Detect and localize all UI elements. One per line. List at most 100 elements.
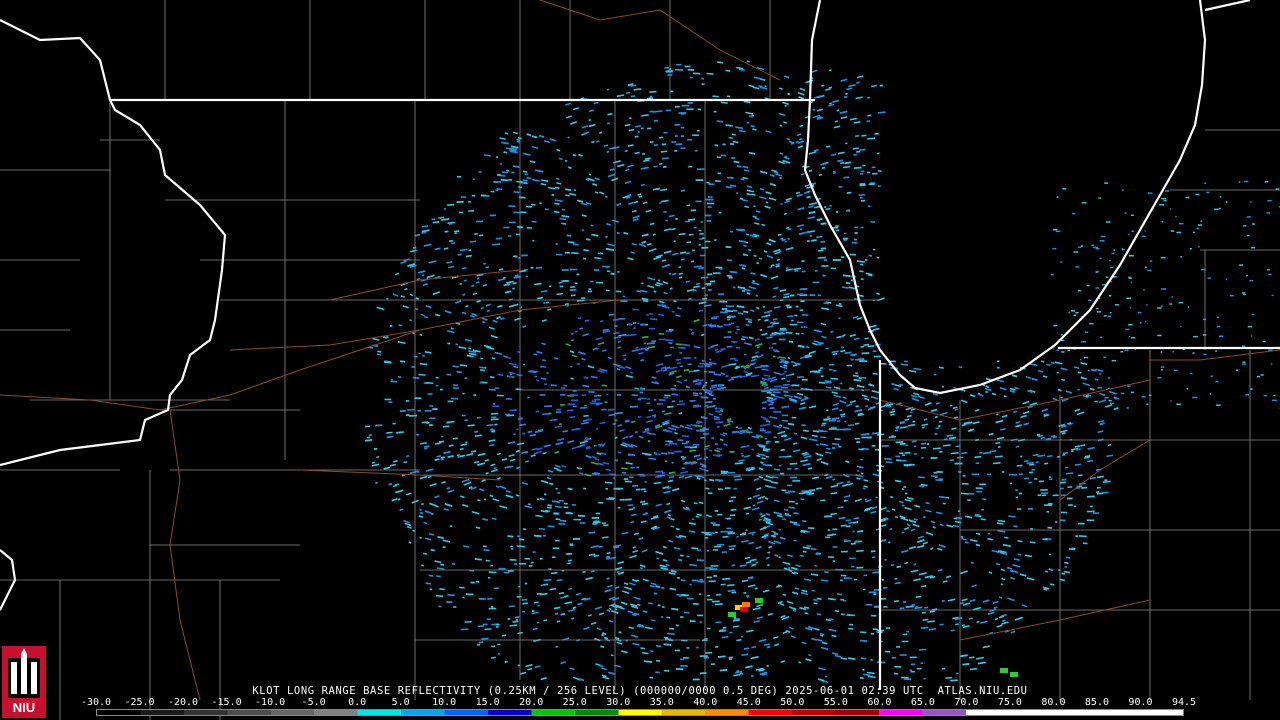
echo-pixel bbox=[713, 549, 718, 551]
echo-pixel bbox=[723, 626, 727, 629]
echo-pixel bbox=[1037, 494, 1042, 497]
echo-pixel bbox=[1192, 352, 1195, 354]
echo-pixel bbox=[674, 150, 678, 152]
echo-pixel bbox=[707, 283, 712, 286]
echo-pixel bbox=[579, 522, 586, 524]
echo-pixel bbox=[1124, 212, 1127, 214]
echo-pixel bbox=[809, 492, 815, 495]
echo-pixel bbox=[822, 422, 827, 425]
echo-pixel bbox=[895, 459, 901, 462]
echo-pixel bbox=[494, 587, 499, 589]
echo-pixel bbox=[697, 580, 705, 583]
echo-pixel bbox=[930, 457, 938, 459]
echo-pixel bbox=[1124, 349, 1129, 352]
echo-pixel bbox=[1015, 489, 1018, 491]
echo-pixel bbox=[699, 578, 703, 581]
echo-pixel bbox=[1250, 388, 1253, 390]
echo-pixel bbox=[510, 545, 513, 548]
echo-pixel bbox=[680, 665, 688, 667]
echo-pixel bbox=[720, 311, 728, 314]
echo-pixel bbox=[1193, 335, 1198, 338]
echo-pixel bbox=[556, 408, 561, 411]
echo-pixel bbox=[871, 445, 876, 447]
echo-pixel bbox=[713, 110, 717, 113]
echo-pixel bbox=[730, 357, 737, 360]
echo-pixel bbox=[1187, 306, 1189, 308]
echo-pixel bbox=[821, 265, 829, 267]
echo-pixel bbox=[478, 171, 482, 173]
echo-pixel bbox=[1078, 522, 1085, 525]
echo-pixel bbox=[1131, 214, 1134, 216]
echo-pixel bbox=[438, 605, 442, 608]
echo-pixel bbox=[644, 481, 647, 483]
echo-pixel bbox=[778, 455, 787, 458]
echo-pixel bbox=[683, 611, 690, 614]
echo-pixel bbox=[962, 475, 966, 477]
echo-pixel bbox=[1075, 266, 1080, 268]
echo-pixel bbox=[680, 126, 685, 129]
echo-pixel bbox=[490, 190, 495, 193]
echo-pixel bbox=[560, 394, 566, 396]
echo-pixel bbox=[582, 229, 585, 232]
echo-pixel bbox=[1204, 182, 1207, 184]
echo-pixel bbox=[436, 384, 439, 387]
echo-pixel bbox=[729, 451, 735, 453]
echo-pixel bbox=[452, 387, 459, 390]
echo-pixel bbox=[1048, 503, 1053, 505]
echo-pixel bbox=[797, 321, 804, 324]
echo-pixel bbox=[1052, 494, 1059, 497]
echo-pixel bbox=[1060, 511, 1068, 514]
colorbar-tick-0: -30.0 bbox=[80, 697, 112, 708]
echo-pixel bbox=[524, 582, 528, 585]
echo-pixel bbox=[1144, 230, 1146, 232]
echo-pixel bbox=[495, 156, 499, 159]
echo-pixel bbox=[707, 273, 713, 276]
echo-pixel bbox=[695, 646, 699, 649]
echo-pixel bbox=[692, 249, 695, 252]
echo-pixel bbox=[845, 210, 850, 212]
echo-pixel bbox=[1080, 358, 1082, 361]
echo-pixel bbox=[701, 83, 705, 86]
echo-pixel bbox=[714, 531, 718, 534]
echo-pixel bbox=[732, 431, 736, 434]
echo-pixel bbox=[1245, 394, 1250, 396]
echo-pixel bbox=[1049, 478, 1053, 481]
echo-pixel bbox=[1209, 393, 1212, 395]
echo-pixel bbox=[697, 365, 704, 368]
echo-pixel bbox=[474, 232, 478, 235]
echo-pixel bbox=[399, 410, 406, 412]
echo-pixel bbox=[424, 409, 432, 412]
echo-pixel bbox=[1178, 301, 1183, 304]
echo-pixel bbox=[1110, 266, 1114, 269]
echo-pixel bbox=[539, 394, 546, 396]
echo-pixel bbox=[1164, 190, 1170, 192]
echo-pixel bbox=[1073, 251, 1079, 253]
echo-pixel bbox=[736, 192, 739, 195]
echo-pixel bbox=[878, 170, 882, 172]
echo-pixel bbox=[726, 345, 733, 348]
echo-pixel bbox=[736, 535, 739, 538]
echo-pixel bbox=[1200, 220, 1203, 222]
echo-pixel bbox=[792, 384, 800, 387]
echo-pixel bbox=[518, 226, 523, 229]
echo-pixel bbox=[1193, 231, 1196, 234]
colorbar-tick-20: 70.0 bbox=[954, 697, 979, 708]
echo-pixel bbox=[493, 403, 496, 405]
echo-pixel bbox=[458, 211, 464, 214]
echo-pixel bbox=[697, 614, 704, 617]
echo-pixel bbox=[735, 426, 738, 428]
echo-pixel bbox=[503, 571, 510, 574]
echo-pixel bbox=[939, 450, 943, 453]
echo-pixel bbox=[1121, 247, 1123, 250]
echo-pixel bbox=[572, 538, 580, 540]
echo-pixel bbox=[832, 528, 838, 531]
echo-pixel bbox=[706, 202, 715, 205]
echo-pixel bbox=[1073, 505, 1076, 508]
echo-pixel bbox=[695, 150, 698, 152]
echo-pixel bbox=[764, 437, 767, 440]
echo-pixel bbox=[1169, 303, 1172, 305]
echo-pixel bbox=[1160, 366, 1165, 368]
echo-pixel bbox=[710, 379, 714, 382]
echo-pixel bbox=[1128, 335, 1130, 338]
echo-pixel bbox=[1055, 230, 1061, 233]
